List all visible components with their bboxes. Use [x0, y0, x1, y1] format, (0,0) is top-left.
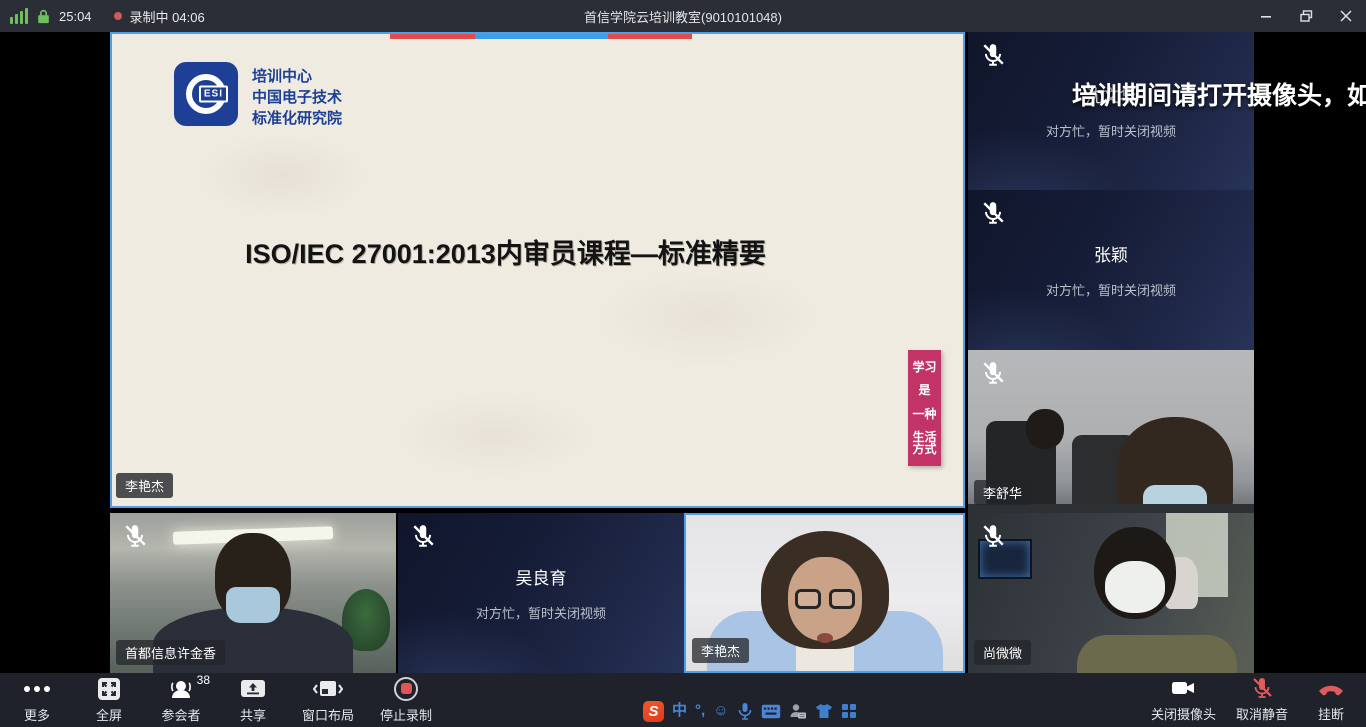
soft-keyboard-icon[interactable] — [761, 704, 781, 719]
mic-muted-icon — [980, 200, 1006, 226]
video-tile-shangweiwei[interactable]: 尚微微 — [968, 513, 1254, 673]
punctuation-icon[interactable]: °, — [695, 701, 705, 721]
face-mask-shape — [226, 587, 280, 623]
custom-phrase-icon[interactable] — [789, 703, 807, 720]
mic-muted-red-icon — [1250, 676, 1274, 700]
minimize-button[interactable] — [1246, 0, 1286, 32]
toolbox-icon[interactable] — [841, 703, 857, 719]
video-tile-liyanjie-active[interactable]: 李艳杰 — [684, 513, 965, 673]
restore-button[interactable] — [1286, 0, 1326, 32]
window-title: 首信学院云培训教室(9010101048) — [584, 7, 782, 26]
desk-shape — [968, 504, 1254, 513]
meeting-timer: 25:04 — [59, 9, 92, 24]
video-tile-lishuhua[interactable]: 李舒华 — [968, 350, 1254, 513]
stop-recording-button[interactable]: 停止录制 — [380, 677, 432, 724]
participant-name: 张颖 — [1094, 241, 1128, 266]
share-topbar-segment-blue — [475, 34, 608, 39]
participants-icon: 38 — [168, 677, 194, 701]
colleague-silhouette — [1026, 409, 1064, 449]
mic-muted-icon — [980, 523, 1006, 549]
window-layout-button[interactable]: 窗口布局 — [302, 677, 354, 724]
titlebar-status-cluster: 25:04 录制中 04:06 — [0, 7, 205, 26]
share-screen-button[interactable]: 共享 — [230, 677, 276, 724]
participant-status: 对方忙，暂时关闭视频 — [1046, 280, 1176, 299]
presenter-name-label: 李艳杰 — [116, 473, 173, 498]
glasses-shape — [795, 589, 821, 609]
recording-dot-icon — [114, 12, 122, 20]
skin-center-icon[interactable] — [815, 703, 833, 719]
recording-status: 录制中 04:06 — [130, 7, 205, 26]
cesi-logo-icon: ESI — [174, 62, 238, 126]
more-dots-icon — [24, 677, 50, 701]
emoji-icon[interactable]: ☺ — [713, 701, 728, 721]
participant-name-label: 首都信息许金香 — [116, 640, 225, 665]
video-tile-zhangying[interactable]: 张颖 对方忙，暂时关闭视频 — [968, 190, 1254, 350]
mic-muted-icon — [410, 523, 436, 549]
participant-name-label: 尚微微 — [974, 640, 1031, 665]
hangup-button[interactable]: 挂断 — [1308, 676, 1354, 723]
ime-tray: S 中 °, ☺ — [643, 698, 857, 724]
camera-icon — [1170, 676, 1196, 700]
glasses-shape — [829, 589, 855, 609]
video-tile-xujinxiang[interactable]: 首都信息许金香 — [110, 513, 396, 673]
person-silhouette — [1077, 635, 1237, 673]
org-name: 培训中心 中国电子技术 标准化研究院 — [252, 66, 342, 129]
meeting-stage: ESI 培训中心 中国电子技术 标准化研究院 ISO/IEC 27001:201… — [0, 32, 1366, 673]
sogou-logo-icon[interactable]: S — [643, 701, 664, 722]
participants-button[interactable]: 38 参会者 — [158, 677, 204, 724]
titlebar: 25:04 录制中 04:06 首信学院云培训教室(9010101048) — [0, 0, 1366, 32]
voice-input-icon[interactable] — [737, 702, 753, 720]
share-topbar-segment-red2 — [608, 34, 692, 39]
participant-name: 吴良育 — [516, 564, 567, 589]
camera-off-button[interactable]: 关闭摄像头 — [1151, 676, 1216, 723]
mic-muted-icon — [122, 523, 148, 549]
slide-title: ISO/IEC 27001:2013内审员课程—标准精要 — [112, 232, 963, 271]
slide-side-banner: 学习 是 一种 生活方式 — [908, 350, 941, 466]
share-screen-icon — [239, 677, 267, 701]
fullscreen-icon — [97, 677, 121, 701]
window-layout-icon — [313, 677, 343, 701]
participants-count-badge: 38 — [197, 673, 210, 687]
participant-status: 对方忙，暂时关闭视频 — [476, 603, 606, 622]
share-topbar-segment-red — [390, 34, 475, 39]
face-mask-shape — [1105, 561, 1165, 613]
hangup-icon — [1316, 676, 1346, 700]
signal-strength-icon — [10, 8, 28, 24]
mic-muted-icon — [980, 42, 1006, 68]
lock-icon — [36, 8, 51, 24]
participant-name-label: 李舒华 — [974, 480, 1031, 505]
mic-muted-icon — [980, 360, 1006, 386]
video-tile-wuliangyu[interactable]: 吴良育 对方忙，暂时关闭视频 — [398, 513, 684, 673]
participant-status: 对方忙，暂时关闭视频 — [1046, 121, 1176, 140]
fullscreen-button[interactable]: 全屏 — [86, 677, 132, 724]
chinese-mode-icon[interactable]: 中 — [672, 701, 687, 721]
mouth-shape — [817, 633, 833, 643]
more-button[interactable]: 更多 — [14, 677, 60, 724]
shared-screen-view[interactable]: ESI 培训中心 中国电子技术 标准化研究院 ISO/IEC 27001:201… — [110, 32, 965, 508]
close-button[interactable] — [1326, 0, 1366, 32]
unmute-button[interactable]: 取消静音 — [1236, 676, 1288, 723]
stop-recording-icon — [394, 677, 418, 701]
participant-name-label: 李艳杰 — [692, 638, 749, 663]
announcement-marquee: 培训期间请打开摄像头，如需发言请举手 — [1072, 76, 1366, 112]
